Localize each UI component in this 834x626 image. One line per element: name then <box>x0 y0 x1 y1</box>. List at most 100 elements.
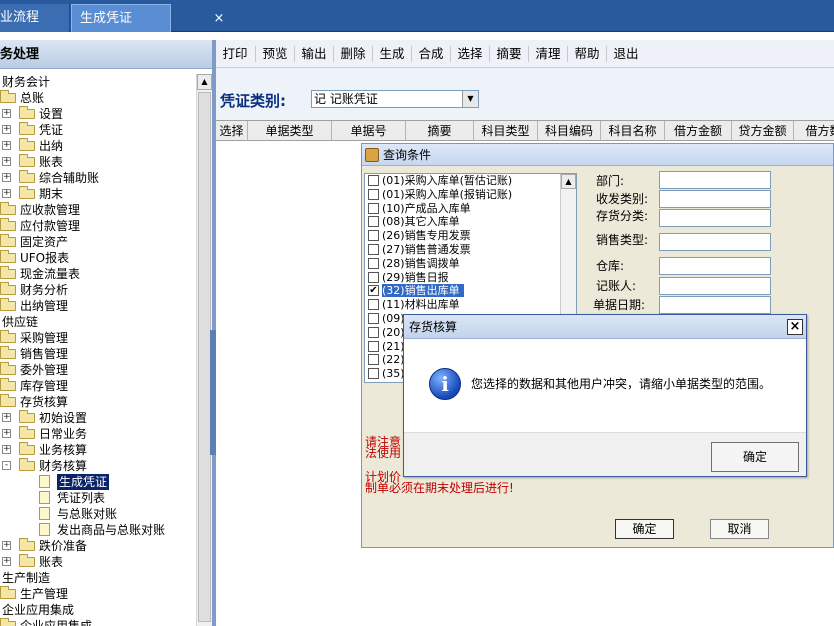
tree-item[interactable]: + 综合辅助账 <box>0 170 196 186</box>
expand-icon[interactable]: + <box>2 141 11 150</box>
bill-type-checkbox[interactable] <box>368 202 379 214</box>
bill-type-checkbox[interactable] <box>368 340 379 352</box>
bill-type-checkbox[interactable] <box>368 368 379 380</box>
tree-item[interactable]: 库存管理 <box>0 378 196 394</box>
tree-item[interactable]: -存货核算 <box>0 394 196 410</box>
bill-type-item[interactable]: (27)销售普通发票 <box>365 243 560 257</box>
tree-item[interactable]: + 出纳 <box>0 138 196 154</box>
bill-type-checkbox[interactable] <box>368 175 379 186</box>
warehouse-input[interactable] <box>659 257 771 275</box>
bill-type-checkbox[interactable] <box>368 216 379 228</box>
toolbar-button[interactable]: 合成 <box>412 40 450 68</box>
tab-generate-voucher[interactable]: 生成凭证 × <box>71 4 224 32</box>
tree-item[interactable]: 出纳管理 <box>0 298 196 314</box>
column-header[interactable]: 贷方金额 <box>732 121 794 141</box>
toolbar-button[interactable]: 退出 <box>607 40 645 68</box>
tree-item[interactable]: + 凭证 <box>0 122 196 138</box>
expand-icon[interactable]: + <box>2 541 11 550</box>
tree-item[interactable]: 现金流量表 <box>0 266 196 282</box>
expand-icon[interactable]: + <box>2 109 11 118</box>
sales-type-input[interactable] <box>659 233 771 251</box>
tree-item[interactable]: 应收款管理 <box>0 202 196 218</box>
dropdown-arrow-icon[interactable]: ▼ <box>462 91 478 107</box>
bill-type-checkbox[interactable] <box>368 230 379 242</box>
query-cancel-button[interactable]: 取消 <box>710 519 769 539</box>
column-header[interactable]: 科目编码 <box>538 121 601 141</box>
tree-item[interactable]: 凭证列表 <box>0 490 196 506</box>
expand-icon[interactable]: + <box>2 557 11 566</box>
toolbar-button[interactable]: 摘要 <box>490 40 528 68</box>
tab-close-icon[interactable]: × <box>212 5 226 33</box>
tree-item[interactable]: 财务分析 <box>0 282 196 298</box>
tree-item[interactable]: 与总账对账 <box>0 506 196 522</box>
stock-class-input[interactable] <box>659 209 771 227</box>
tree-item[interactable]: + 日常业务 <box>0 426 196 442</box>
bill-type-checkbox[interactable] <box>368 354 379 366</box>
tree-item[interactable]: - 财务核算 <box>0 458 196 474</box>
column-header[interactable]: 单据号 <box>332 121 406 141</box>
bill-type-item[interactable]: (28)销售调拨单 <box>365 257 560 271</box>
toolbar-button[interactable]: 打印 <box>216 40 254 68</box>
tree-item[interactable]: 生成凭证 <box>0 474 196 490</box>
toolbar-button[interactable]: 选择 <box>451 40 489 68</box>
bill-type-item[interactable]: (11)材料出库单 <box>365 298 560 312</box>
expand-icon[interactable]: + <box>2 157 11 166</box>
bookkeeper-input[interactable] <box>659 277 771 295</box>
column-header[interactable]: 选择 <box>216 121 248 141</box>
tree-item[interactable]: 企业应用集成 <box>0 602 196 618</box>
bill-type-item[interactable]: ✔ (32)销售出库单 <box>365 284 560 298</box>
bill-type-item[interactable]: (01)采购入库单(暂估记账) <box>365 174 560 188</box>
toolbar-button[interactable]: 删除 <box>334 40 372 68</box>
tree-item[interactable]: 应付款管理 <box>0 218 196 234</box>
expand-icon[interactable]: + <box>2 429 11 438</box>
tree-item[interactable]: 采购管理 <box>0 330 196 346</box>
scroll-up-arrow-icon[interactable]: ▲ <box>561 174 576 189</box>
bill-type-item[interactable]: (10)产成品入库单 <box>365 202 560 216</box>
bill-type-item[interactable]: (01)采购入库单(报销记账) <box>365 188 560 202</box>
alert-ok-button[interactable]: 确定 <box>711 442 799 472</box>
expand-icon[interactable]: + <box>2 173 11 182</box>
expand-icon[interactable]: + <box>2 189 11 198</box>
tree-item[interactable]: -总账 <box>0 90 196 106</box>
collapse-icon[interactable]: - <box>2 461 11 470</box>
bill-type-checkbox[interactable] <box>368 313 379 324</box>
voucher-type-select[interactable]: 记 记账凭证 ▼ <box>311 90 479 108</box>
bill-type-checkbox[interactable] <box>368 188 379 200</box>
tree-item[interactable]: 销售管理 <box>0 346 196 362</box>
bill-type-checkbox[interactable] <box>368 244 379 255</box>
tree-item[interactable]: 供应链 <box>0 314 196 330</box>
bill-type-item[interactable]: (08)其它入库单 <box>365 215 560 229</box>
tab-business-flow[interactable]: 业流程 <box>0 4 70 32</box>
toolbar-button[interactable]: 生成 <box>373 40 411 68</box>
column-header[interactable]: 借方数 <box>794 121 834 141</box>
column-header[interactable]: 科目名称 <box>601 121 665 141</box>
bill-type-checkbox[interactable]: ✔ <box>368 285 379 297</box>
tree-item[interactable]: + 初始设置 <box>0 410 196 426</box>
close-icon[interactable]: × <box>787 319 803 335</box>
bill-date-input[interactable] <box>659 296 771 314</box>
expand-icon[interactable]: + <box>2 413 11 422</box>
tree-item[interactable]: + 设置 <box>0 106 196 122</box>
tree-item[interactable]: + 账表 <box>0 554 196 570</box>
bill-type-item[interactable]: (29)销售日报 <box>365 271 560 285</box>
toolbar-button[interactable]: 输出 <box>295 40 333 68</box>
tree-item[interactable]: UFO报表 <box>0 250 196 266</box>
toolbar-button[interactable]: 清理 <box>529 40 567 68</box>
tree-item[interactable]: 企业应用集成 <box>0 618 196 626</box>
bill-type-checkbox[interactable] <box>368 326 379 338</box>
column-header[interactable]: 借方金额 <box>665 121 732 141</box>
expand-icon[interactable]: + <box>2 445 11 454</box>
column-header[interactable]: 科目类型 <box>474 121 538 141</box>
column-header[interactable]: 单据类型 <box>248 121 332 141</box>
toolbar-button[interactable]: 预览 <box>256 40 294 68</box>
tree-item[interactable]: 委外管理 <box>0 362 196 378</box>
receive-send-type-input[interactable] <box>659 190 771 208</box>
tree-item[interactable]: 固定资产 <box>0 234 196 250</box>
tree-item[interactable]: 财务会计 <box>0 74 196 90</box>
tree-item[interactable]: 发出商品与总账对账 <box>0 522 196 538</box>
column-header[interactable]: 摘要 <box>406 121 474 141</box>
scroll-up-arrow-icon[interactable]: ▲ <box>197 74 212 90</box>
bill-type-checkbox[interactable] <box>368 299 379 311</box>
department-input[interactable] <box>659 171 771 189</box>
bill-type-item[interactable]: (26)销售专用发票 <box>365 229 560 243</box>
